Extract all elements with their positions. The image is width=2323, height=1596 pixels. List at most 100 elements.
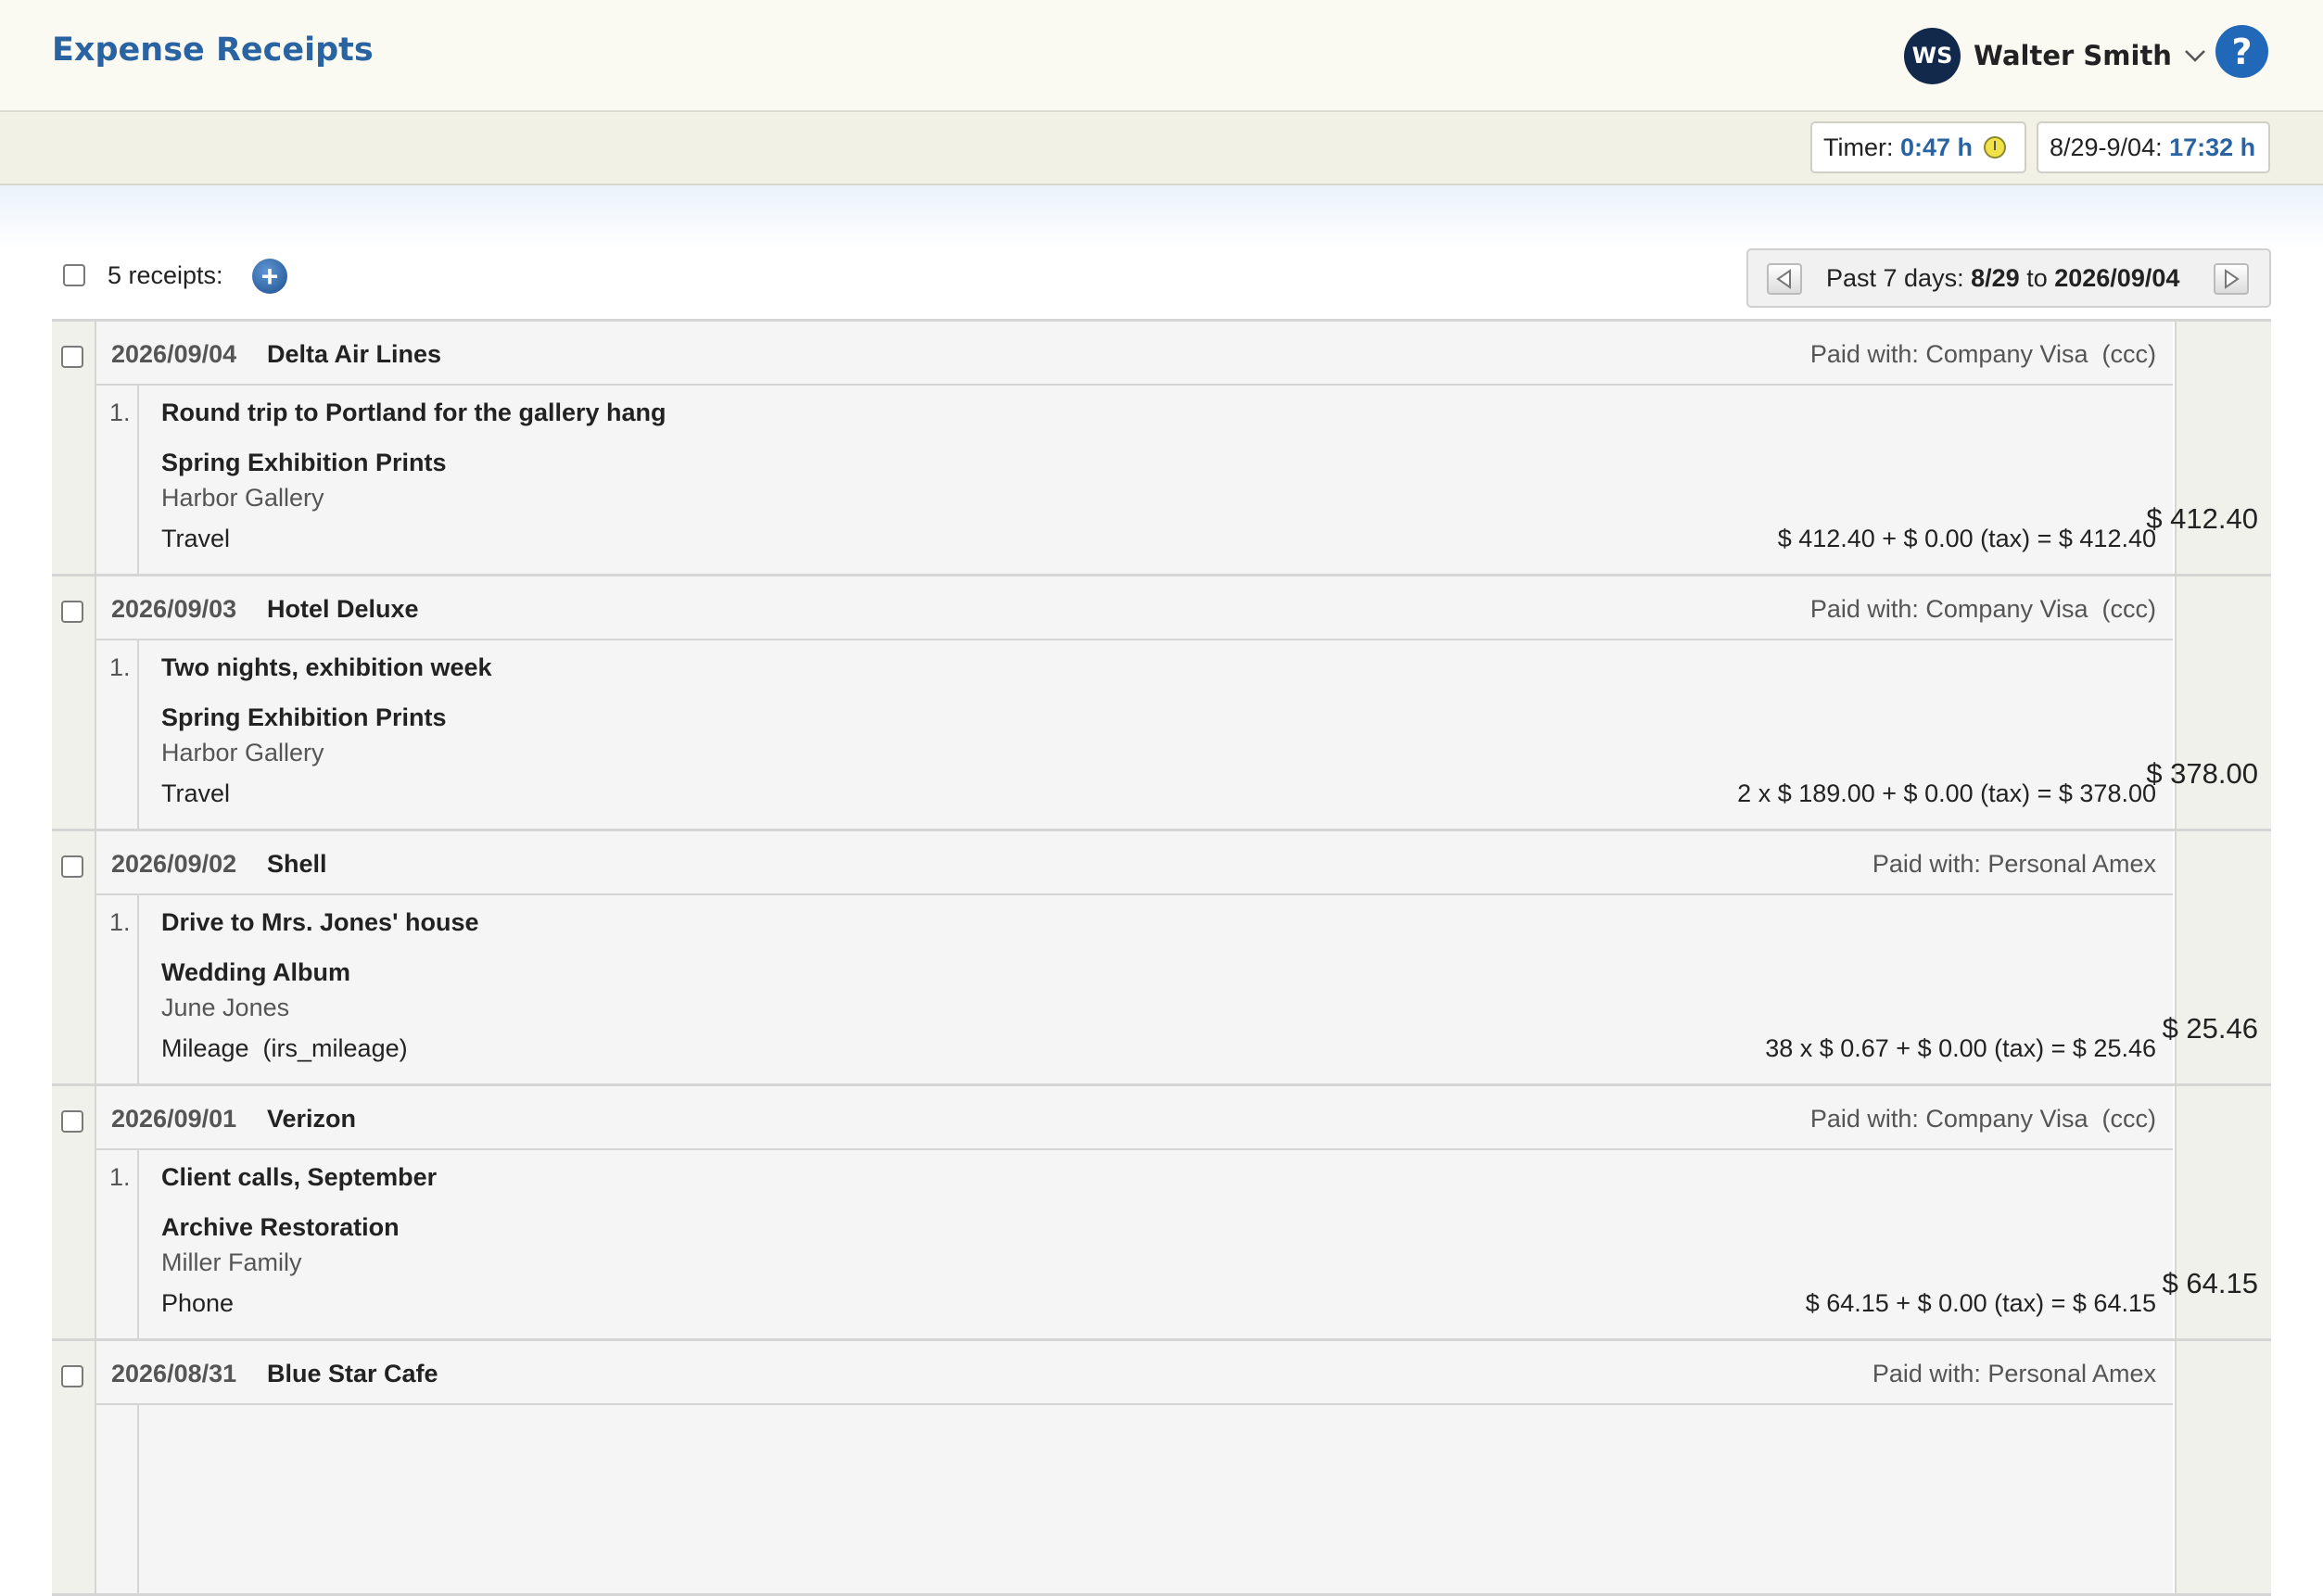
receipt-date: 2026/09/02 (111, 850, 237, 878)
receipt-checkbox[interactable] (61, 1365, 83, 1387)
item-number: 1. (109, 399, 131, 426)
item-number-cell: 1. (96, 895, 139, 1083)
timer-label: Timer: (1823, 133, 1894, 161)
next-period-button[interactable] (2214, 263, 2249, 295)
chevron-down-icon (2185, 50, 2205, 62)
triangle-right-icon (2225, 269, 2240, 289)
item-calculation: 38 x $ 0.67 + $ 0.00 (tax) = $ 25.46 (1765, 1034, 2156, 1062)
date-range-label: Past 7 days: 8/29 to 2026/09/04 (1826, 264, 2179, 293)
avatar: WS (1904, 27, 1961, 84)
receipt-date: 2026/09/03 (111, 595, 237, 623)
receipt-list: 2026/09/04 Delta Air Lines Paid with: Co… (52, 319, 2271, 1596)
receipt-item[interactable]: Round trip to Portland for the gallery h… (139, 386, 2173, 574)
timer-value: 0:47 h (1900, 133, 1974, 161)
item-category: Travel (161, 779, 231, 807)
range-prefix: Past 7 days: (1826, 264, 1964, 292)
receipt-checkbox[interactable] (61, 601, 83, 623)
receipt-checkbox[interactable] (61, 855, 83, 878)
item-calculation: $ 64.15 + $ 0.00 (tax) = $ 64.15 (1805, 1289, 2156, 1317)
receipt-date: 2026/09/01 (111, 1105, 237, 1133)
receipt-total: $ 64.15 (2162, 1267, 2258, 1299)
range-start: 8/29 (1971, 264, 2020, 292)
item-number: 1. (109, 908, 131, 936)
previous-period-button[interactable] (1767, 263, 1802, 295)
receipt-vendor[interactable]: Hotel Deluxe (267, 595, 419, 624)
item-client: Miller Family (161, 1248, 302, 1276)
clock-icon (1984, 136, 2007, 158)
receipt-total-cell: $ 378.00 (2146, 576, 2271, 829)
item-project: Archive Restoration (161, 1213, 400, 1241)
app-header: Expense Receipts WS Walter Smith ? (0, 0, 2323, 112)
receipts-toolbar: 5 receipts: + Past 7 days: 8/29 to 2026/… (52, 243, 2271, 317)
add-receipt-button[interactable]: + (252, 259, 287, 294)
receipt-row[interactable]: 2026/09/01 Verizon Paid with: Company Vi… (52, 1086, 2271, 1341)
user-menu[interactable]: WS Walter Smith (1904, 27, 2207, 84)
receipt-item[interactable]: Client calls, September Archive Restorat… (139, 1150, 2173, 1338)
item-client: Harbor Gallery (161, 484, 324, 512)
receipt-item[interactable]: Two nights, exhibition week Spring Exhib… (139, 640, 2173, 829)
status-bar: Timer: 0:47 h 8/29-9/04: 17:32 h (0, 112, 2323, 185)
receipt-select-cell (52, 322, 96, 574)
payment-method: Paid with: Company Visa (ccc) (1809, 595, 2156, 623)
receipt-total-cell: $ 64.15 (2163, 1086, 2271, 1338)
week-total-badge[interactable]: 8/29-9/04: 17:32 h (2037, 121, 2270, 173)
payment-method: Paid with: Company Visa (ccc) (1809, 1105, 2156, 1133)
receipt-checkbox[interactable] (61, 346, 83, 368)
receipt-total-cell: $ 412.40 (2146, 322, 2271, 574)
receipt-vendor[interactable]: Blue Star Cafe (267, 1360, 438, 1388)
receipt-date: 2026/08/31 (111, 1360, 237, 1387)
receipt-total-cell (2175, 1341, 2271, 1593)
item-number: 1. (109, 1163, 131, 1191)
item-number-cell: 1. (96, 386, 139, 574)
receipt-row[interactable]: 2026/09/04 Delta Air Lines Paid with: Co… (52, 322, 2271, 576)
receipt-checkbox[interactable] (61, 1110, 83, 1133)
receipt-vendor[interactable]: Shell (267, 850, 327, 879)
receipt-header: 2026/09/01 Verizon Paid with: Company Vi… (96, 1086, 2173, 1150)
item-client: June Jones (161, 994, 290, 1021)
item-description: Two nights, exhibition week (161, 653, 492, 681)
receipt-total-cell: $ 25.46 (2163, 831, 2271, 1083)
receipt-header: 2026/08/31 Blue Star Cafe Paid with: Per… (96, 1341, 2173, 1405)
page-title: Expense Receipts (52, 32, 374, 69)
range-to: to (2026, 264, 2048, 292)
item-project: Wedding Album (161, 958, 350, 986)
item-description: Drive to Mrs. Jones' house (161, 908, 479, 936)
receipt-vendor[interactable]: Verizon (267, 1105, 356, 1134)
item-calculation: 2 x $ 189.00 + $ 0.00 (tax) = $ 378.00 (1737, 779, 2156, 807)
select-all-checkbox[interactable] (63, 264, 85, 286)
payment-method: Paid with: Company Visa (ccc) (1809, 340, 2156, 368)
receipt-row[interactable]: 2026/09/03 Hotel Deluxe Paid with: Compa… (52, 576, 2271, 831)
item-description: Client calls, September (161, 1163, 438, 1191)
item-category: Mileage (irs_mileage) (161, 1034, 408, 1062)
item-number: 1. (109, 653, 131, 681)
timer-badge[interactable]: Timer: 0:47 h (1810, 121, 2026, 173)
item-project: Spring Exhibition Prints (161, 703, 447, 731)
date-range-navigator: Past 7 days: 8/29 to 2026/09/04 (1746, 248, 2271, 308)
item-description: Round trip to Portland for the gallery h… (161, 399, 666, 426)
receipt-select-cell (52, 1086, 96, 1338)
item-number-cell: 1. (96, 1150, 139, 1338)
receipt-header: 2026/09/04 Delta Air Lines Paid with: Co… (96, 322, 2173, 386)
receipt-select-cell (52, 576, 96, 829)
help-icon[interactable]: ? (2215, 25, 2268, 78)
receipt-row[interactable]: 2026/08/31 Blue Star Cafe Paid with: Per… (52, 1341, 2271, 1596)
receipt-header: 2026/09/03 Hotel Deluxe Paid with: Compa… (96, 576, 2173, 640)
receipt-item[interactable]: Drive to Mrs. Jones' house Wedding Album… (139, 895, 2173, 1083)
receipt-row[interactable]: 2026/09/02 Shell Paid with: Personal Ame… (52, 831, 2271, 1086)
receipt-item[interactable] (139, 1405, 2173, 1593)
item-category: Phone (161, 1289, 235, 1317)
user-name: Walter Smith (1974, 40, 2172, 71)
receipt-count: 5 receipts: (108, 261, 223, 289)
item-number-cell: 1. (96, 640, 139, 829)
week-label: 8/29-9/04: (2050, 133, 2163, 161)
week-value: 17:32 h (2169, 133, 2256, 161)
receipt-total: $ 25.46 (2162, 1012, 2258, 1045)
receipt-total: $ 378.00 (2146, 757, 2258, 790)
receipt-select-cell (52, 1341, 96, 1593)
receipt-total: $ 412.40 (2146, 502, 2258, 535)
receipt-header: 2026/09/02 Shell Paid with: Personal Ame… (96, 831, 2173, 895)
item-category: Travel (161, 525, 231, 552)
receipt-vendor[interactable]: Delta Air Lines (267, 340, 441, 369)
content-gradient (0, 185, 2323, 250)
item-number-cell (96, 1405, 139, 1593)
